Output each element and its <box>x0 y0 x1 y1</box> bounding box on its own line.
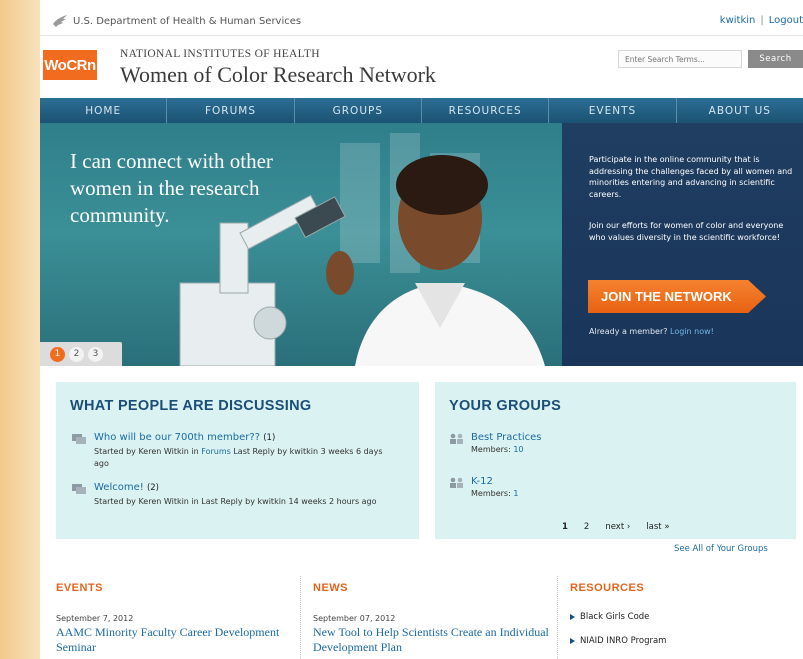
nav-groups[interactable]: GROUPS <box>295 98 422 123</box>
username-link[interactable]: kwitkin <box>720 15 756 26</box>
nav-events[interactable]: EVENTS <box>549 98 677 123</box>
join-network-button[interactable]: JOIN THE NETWORK <box>588 280 766 313</box>
resource-link[interactable]: Black Girls Code <box>570 612 649 622</box>
group-link[interactable]: Best Practices <box>471 432 541 443</box>
main-nav: HOME FORUMS GROUPS RESOURCES EVENTS ABOU… <box>40 98 803 123</box>
groups-pager: 1 2 next › last » <box>562 522 670 532</box>
groups-panel: YOUR GROUPS Best Practices Members: 10 K… <box>435 382 796 539</box>
discussion-meta-prefix: Started by Keren Witkin in <box>94 447 199 456</box>
discussion-title: Welcome! <box>94 482 144 493</box>
search-input[interactable] <box>618 50 742 68</box>
group-members: Members: 10 <box>471 445 524 454</box>
hero-paragraph-join: Join our efforts for women of color and … <box>589 221 784 242</box>
hero-banner: I can connect with other women in the re… <box>40 123 803 366</box>
already-member-text: Already a member? Login now! <box>589 327 714 336</box>
events-title: EVENTS <box>56 582 104 594</box>
news-date: September 07, 2012 <box>313 614 396 623</box>
nav-resources[interactable]: RESOURCES <box>422 98 550 123</box>
discussing-panel: WHAT PEOPLE ARE DISCUSSING Who will be o… <box>56 382 419 539</box>
triangle-bullet-icon <box>570 614 575 620</box>
column-divider <box>300 576 301 659</box>
site-title[interactable]: Women of Color Research Network <box>120 62 436 88</box>
left-background-strip <box>0 0 40 659</box>
resource-label: NIAID INRO Program <box>580 636 667 646</box>
logout-link[interactable]: Logout <box>769 15 803 26</box>
news-title: NEWS <box>313 582 348 594</box>
group-people-icon <box>450 477 463 488</box>
slide-dot-2[interactable]: 2 <box>69 346 84 362</box>
discussion-meta: Started by Keren Witkin in Last Reply by… <box>94 496 394 508</box>
news-headline-link[interactable]: New Tool to Help Scientists Create an In… <box>313 625 553 655</box>
user-links: kwitkin | Logout <box>720 15 803 26</box>
event-date: September 7, 2012 <box>56 614 134 623</box>
discussion-count: (1) <box>263 433 276 443</box>
chat-bubble-icon <box>72 484 86 494</box>
hhs-eagle-icon <box>53 15 67 27</box>
nav-home[interactable]: HOME <box>40 98 168 123</box>
discussion-title-link[interactable]: Who will be our 700th member?? (1) <box>94 432 275 443</box>
search-button[interactable]: Search <box>748 50 803 68</box>
resources-title: RESOURCES <box>570 582 645 594</box>
login-now-link[interactable]: Login now! <box>670 327 714 336</box>
slide-dot-1[interactable]: 1 <box>50 346 65 362</box>
news-column: NEWS September 07, 2012 New Tool to Help… <box>313 576 558 659</box>
event-headline-link[interactable]: AAMC Minority Faculty Career Development… <box>56 625 296 655</box>
resources-column: RESOURCES Black Girls Code NIAID INRO Pr… <box>570 576 795 659</box>
hhs-label: U.S. Department of Health & Human Servic… <box>73 15 302 27</box>
discussion-meta-prefix: Started by Keren Witkin in <box>94 497 199 506</box>
discussion-title: Who will be our 700th member?? <box>94 432 261 443</box>
pager-page-1[interactable]: 1 <box>562 522 568 532</box>
hero-paragraph-participate: Participate in the online community that… <box>589 155 793 199</box>
pager-next[interactable]: next › <box>605 522 630 532</box>
groups-title: YOUR GROUPS <box>449 398 562 414</box>
pager-page-2[interactable]: 2 <box>584 522 589 532</box>
column-divider <box>557 576 558 659</box>
nih-title: NATIONAL INSTITUTES OF HEALTH <box>120 48 320 60</box>
chat-bubble-icon <box>72 434 86 444</box>
triangle-bullet-icon <box>570 638 575 644</box>
members-count[interactable]: 1 <box>513 489 518 498</box>
members-label: Members: <box>471 445 511 454</box>
discussion-title-link[interactable]: Welcome! (2) <box>94 482 159 493</box>
hhs-link[interactable]: U.S. Department of Health & Human Servic… <box>52 14 301 28</box>
members-count[interactable]: 10 <box>513 445 523 454</box>
nav-about-us[interactable]: ABOUT US <box>677 98 803 123</box>
top-bar: U.S. Department of Health & Human Servic… <box>40 0 803 36</box>
resource-link[interactable]: NIAID INRO Program <box>570 636 666 646</box>
events-column: EVENTS September 7, 2012 AAMC Minority F… <box>56 576 301 659</box>
members-label: Members: <box>471 489 511 498</box>
user-separator: | <box>760 15 764 26</box>
slide-pager: 1 2 3 <box>40 342 122 366</box>
discussing-title: WHAT PEOPLE ARE DISCUSSING <box>70 398 312 414</box>
resource-label: Black Girls Code <box>580 612 650 622</box>
discussion-meta: Started by Keren Witkin in Forums Last R… <box>94 446 394 470</box>
discussion-meta-suffix: Last Reply by kwitkin 14 weeks 2 hours a… <box>201 497 377 506</box>
discussion-count: (2) <box>146 483 159 493</box>
page: U.S. Department of Health & Human Servic… <box>0 0 803 659</box>
group-members: Members: 1 <box>471 489 518 498</box>
forums-link[interactable]: Forums <box>201 447 231 456</box>
already-member-label: Already a member? <box>589 327 668 336</box>
slide-dot-3[interactable]: 3 <box>88 346 103 362</box>
see-all-groups-link[interactable]: See All of Your Groups <box>674 544 768 554</box>
pager-last[interactable]: last » <box>646 522 669 532</box>
main-container: U.S. Department of Health & Human Servic… <box>40 0 803 659</box>
group-link[interactable]: K-12 <box>471 476 493 487</box>
nav-forums[interactable]: FORUMS <box>167 98 295 123</box>
group-people-icon <box>450 433 463 444</box>
hero-quote: I can connect with other women in the re… <box>70 149 273 227</box>
wocrn-logo[interactable]: WoCRn <box>43 50 97 80</box>
